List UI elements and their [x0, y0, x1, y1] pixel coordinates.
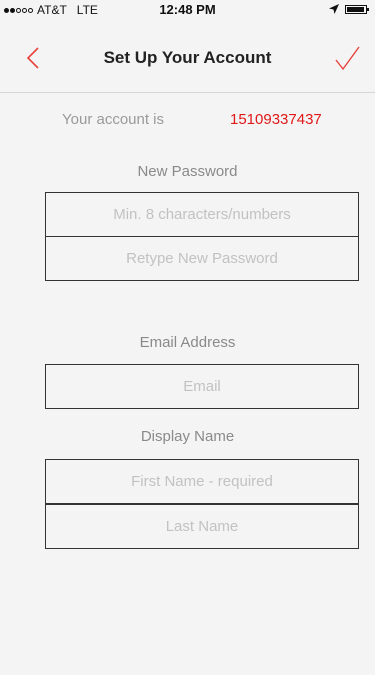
account-label: Your account is: [62, 111, 165, 128]
retype-password-field[interactable]: [45, 236, 359, 281]
email-field[interactable]: [45, 364, 359, 409]
email-address-label: Email Address: [139, 334, 236, 351]
checkmark-icon[interactable]: [331, 42, 363, 74]
first-name-field[interactable]: [45, 459, 359, 504]
new-password-field[interactable]: [45, 192, 359, 237]
navigation-bar: Set Up Your Account: [0, 20, 375, 93]
status-time: 12:48 PM: [159, 2, 216, 17]
status-bar: AT&T LTE 12:48 PM: [0, 0, 375, 20]
new-password-label: New Password: [137, 163, 238, 180]
display-name-label: Display Name: [140, 428, 235, 445]
status-right: [329, 4, 369, 14]
page-title: Set Up Your Account: [103, 48, 272, 67]
battery-icon: [345, 4, 369, 14]
account-number: 15109337437: [230, 111, 322, 128]
last-name-field[interactable]: [45, 504, 359, 549]
location-arrow-icon: [329, 4, 339, 14]
